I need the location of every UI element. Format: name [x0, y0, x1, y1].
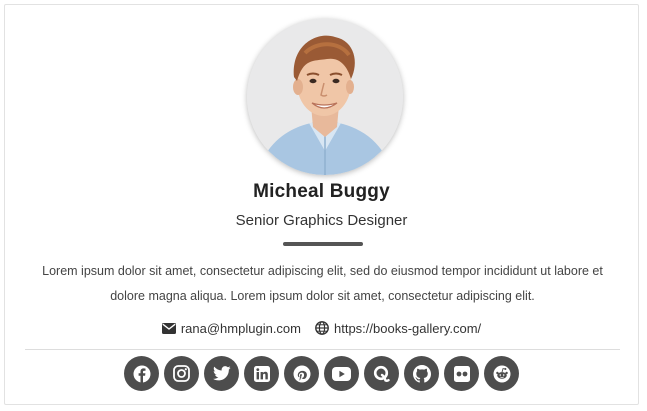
github-icon [412, 364, 431, 383]
accent-divider [283, 242, 363, 246]
linkedin-button[interactable] [244, 356, 279, 391]
envelope-icon [161, 322, 176, 334]
email-link[interactable]: rana@hmplugin.com [161, 320, 301, 336]
instagram-button[interactable] [164, 356, 199, 391]
twitter-button[interactable] [204, 356, 239, 391]
website-link[interactable]: https://books-gallery.com/ [315, 321, 481, 336]
avatar [247, 19, 403, 175]
quora-button[interactable] [364, 356, 399, 391]
reddit-icon [493, 365, 511, 383]
profile-title: Senior Graphics Designer [235, 212, 408, 229]
flickr-icon [453, 365, 470, 382]
youtube-icon [332, 366, 351, 381]
twitter-icon [212, 366, 231, 381]
instagram-icon [173, 365, 190, 382]
globe-icon [315, 321, 329, 335]
github-button[interactable] [404, 356, 439, 391]
facebook-button[interactable] [124, 356, 159, 391]
youtube-button[interactable] [324, 356, 359, 391]
pinterest-icon [293, 365, 311, 383]
linkedin-icon [253, 365, 270, 382]
pinterest-button[interactable] [284, 356, 319, 391]
avatar-photo [247, 19, 403, 175]
quora-icon [373, 365, 390, 383]
profile-card: Micheal Buggy Senior Graphics Designer L… [4, 4, 639, 405]
email-text: rana@hmplugin.com [180, 320, 301, 336]
reddit-button[interactable] [484, 356, 519, 391]
profile-name: Micheal Buggy [253, 181, 390, 202]
social-links [5, 356, 638, 391]
profile-bio: Lorem ipsum dolor sit amet, consectetur … [42, 264, 603, 303]
contact-row: rana@hmplugin.com https://books-gallery.… [5, 318, 638, 338]
section-divider [25, 349, 620, 350]
facebook-icon [133, 365, 151, 383]
website-text: https://books-gallery.com/ [334, 320, 482, 336]
flickr-button[interactable] [444, 356, 479, 391]
